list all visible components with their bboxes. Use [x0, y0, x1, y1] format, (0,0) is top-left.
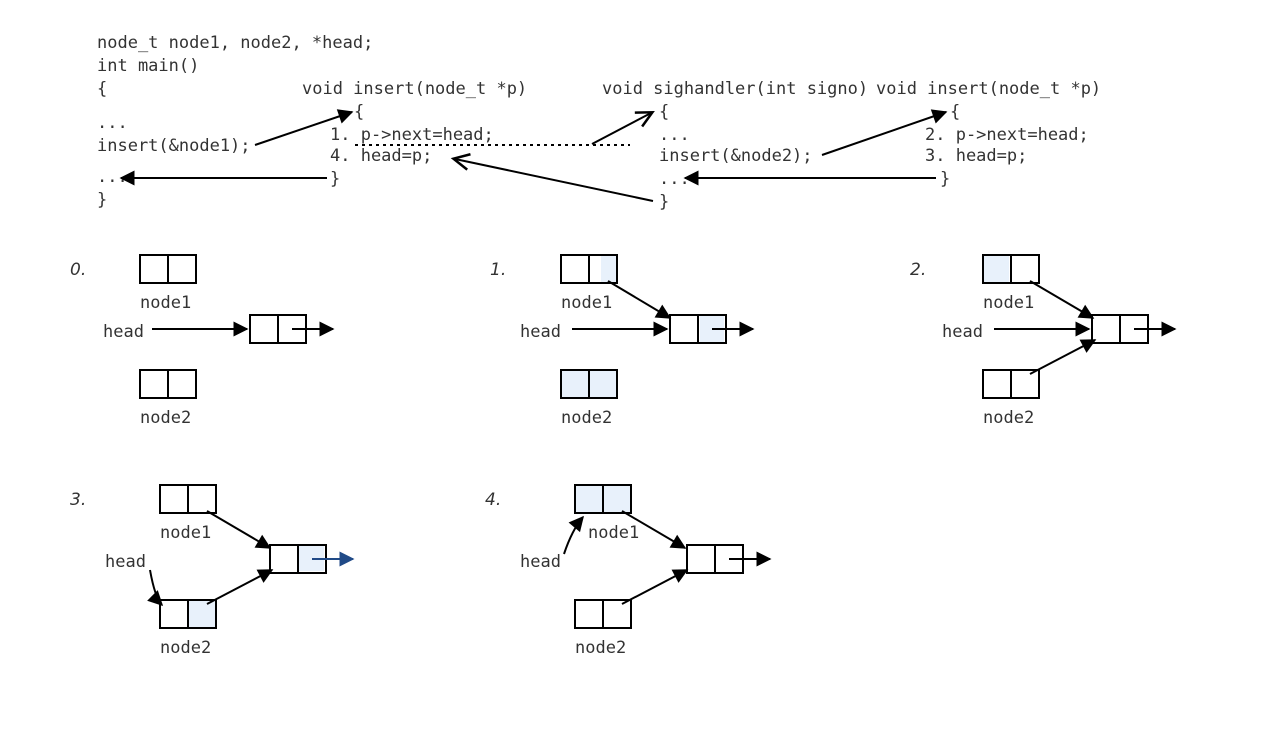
state0-node1-label: node1	[140, 293, 191, 313]
main-line5: insert(&node1);	[97, 136, 251, 156]
state-2: 2. node1 head node2	[910, 255, 1175, 428]
sighandler-l2: ...	[659, 125, 690, 145]
state0-label: 0.	[70, 260, 86, 280]
state3-node1-label: node1	[160, 523, 211, 543]
insert2-code: void insert(node_t *p) { 2. p->next=head…	[876, 79, 1101, 189]
insert1-code: void insert(node_t *p) { 1. p->next=head…	[302, 79, 527, 189]
sighandler-l5: }	[659, 192, 669, 212]
insert2-l4: }	[940, 169, 950, 189]
state0-node2-label: node2	[140, 408, 191, 428]
state0-head-label: head	[103, 322, 144, 342]
insert1-sig: void insert(node_t *p)	[302, 79, 527, 99]
state4-node1-label: node1	[588, 523, 639, 543]
state1-node1-label: node1	[561, 293, 612, 313]
sighandler-code: void sighandler(int signo) { ... insert(…	[602, 79, 868, 212]
main-line3: {	[97, 79, 107, 99]
insert2-sig: void insert(node_t *p)	[876, 79, 1101, 99]
main-line1: node_t node1, node2, *head;	[97, 33, 373, 53]
main-line7: }	[97, 190, 107, 210]
sighandler-sig: void sighandler(int signo)	[602, 79, 868, 99]
state3-node2-label: node2	[160, 638, 211, 658]
sighandler-l3: insert(&node2);	[659, 146, 813, 166]
insert2-l1: {	[950, 102, 960, 122]
state-1: 1. node1 head node2	[490, 255, 753, 428]
state3-head-label: head	[105, 552, 146, 572]
state-0: 0. node1 head node2	[70, 255, 333, 428]
state3-label: 3.	[70, 490, 86, 510]
state4-node2-label: node2	[575, 638, 626, 658]
state2-node1-label: node1	[983, 293, 1034, 313]
call-flow-arrows	[121, 112, 946, 201]
state4-label: 4.	[485, 490, 501, 510]
insert1-l3: 4. head=p;	[330, 146, 432, 166]
state-3: 3. node1 head node2	[70, 485, 353, 658]
state1-label: 1.	[490, 260, 506, 280]
sighandler-l1: {	[659, 102, 669, 122]
race-condition-diagram: node_t node1, node2, *head; int main() {…	[0, 0, 1272, 746]
main-line4: ...	[97, 113, 128, 133]
state4-head-label: head	[520, 552, 561, 572]
insert1-l4: }	[330, 169, 340, 189]
insert1-l2: 1. p->next=head;	[330, 125, 494, 145]
state-4: 4. node1 head node2	[485, 485, 770, 658]
state1-node2-label: node2	[561, 408, 612, 428]
state2-label: 2.	[910, 260, 926, 280]
state2-node2-label: node2	[983, 408, 1034, 428]
insert2-l3: 3. head=p;	[925, 146, 1027, 166]
state1-head-label: head	[520, 322, 561, 342]
main-line2: int main()	[97, 56, 199, 76]
insert2-l2: 2. p->next=head;	[925, 125, 1089, 145]
state2-head-label: head	[942, 322, 983, 342]
insert1-l1: {	[354, 102, 364, 122]
